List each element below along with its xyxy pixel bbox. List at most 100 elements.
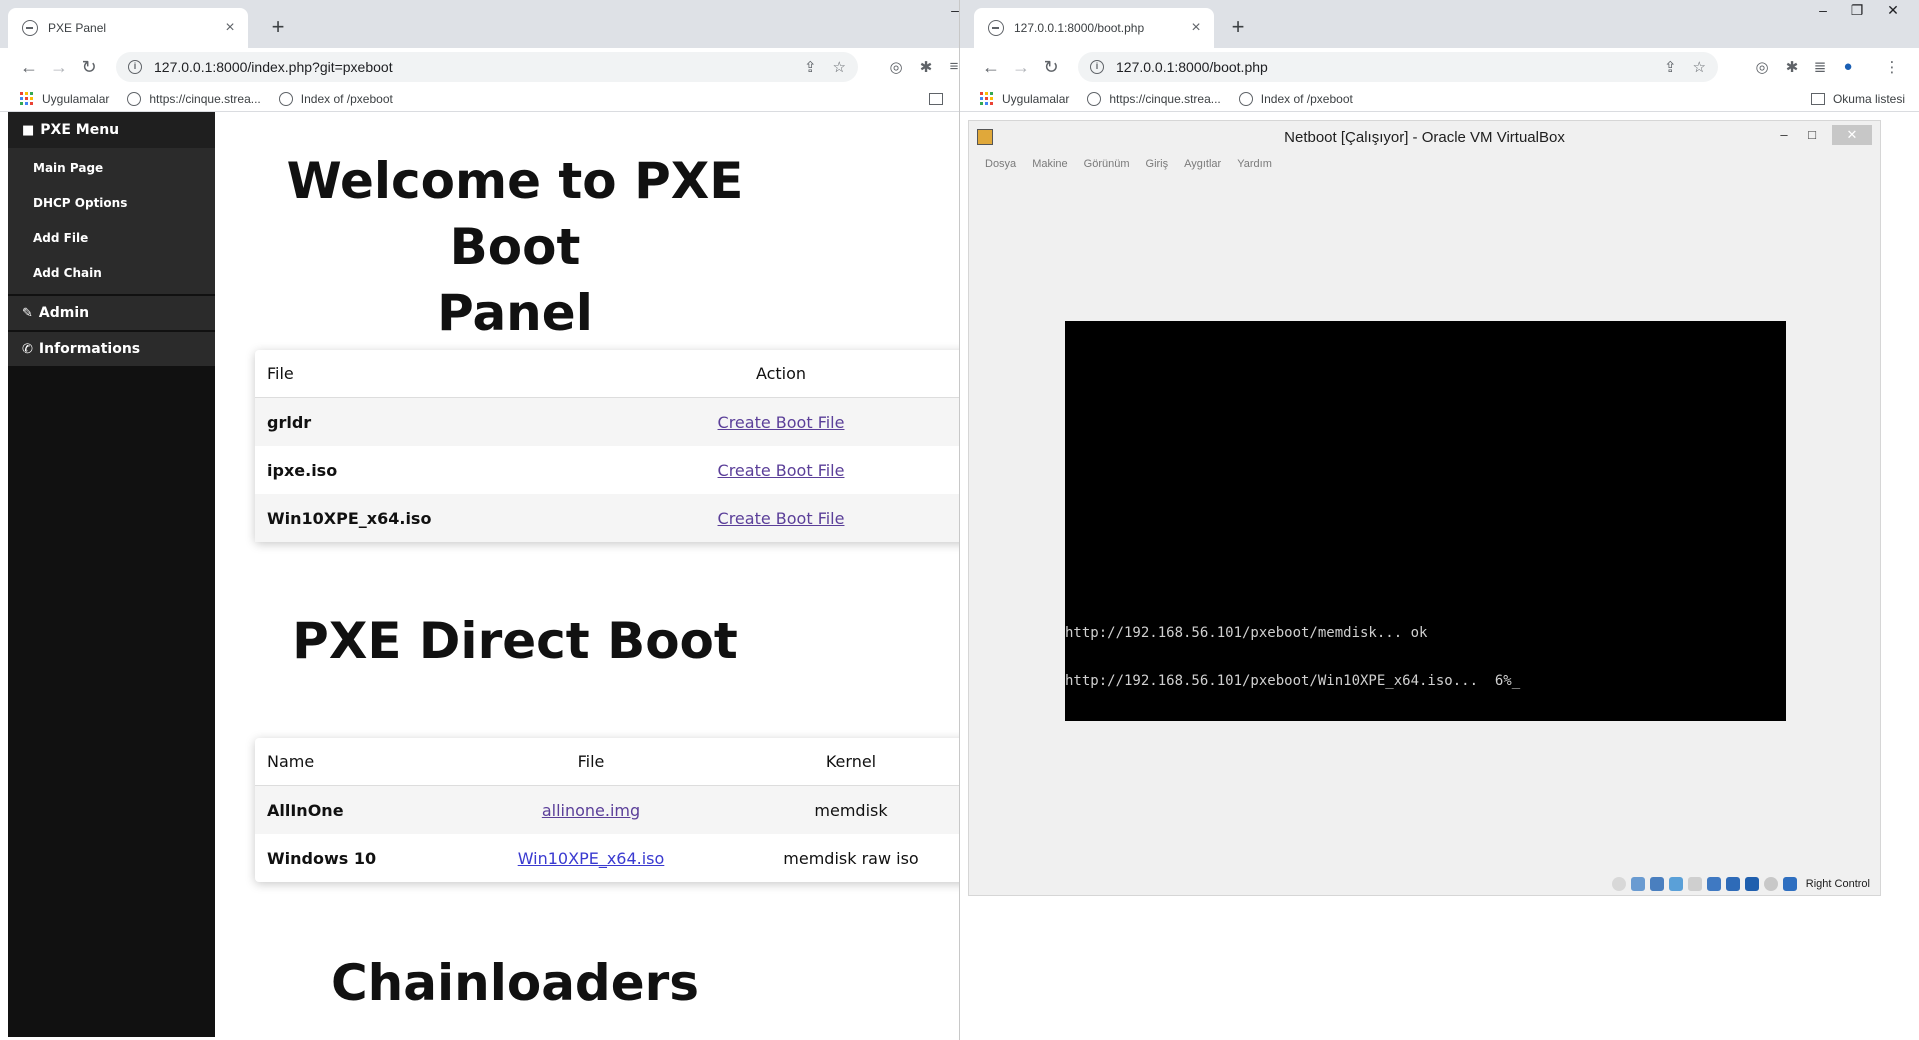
share-icon[interactable]: ⇪ xyxy=(804,58,817,76)
forward-arrow-icon[interactable]: → xyxy=(1006,52,1036,82)
share-icon[interactable]: ⇪ xyxy=(1664,58,1677,76)
table-header: Name File Kernel xyxy=(255,738,959,786)
create-boot-file-link[interactable]: Create Boot File xyxy=(718,413,845,432)
sidebar-section-informations[interactable]: ✆ Informations xyxy=(8,332,215,366)
close-icon[interactable]: × xyxy=(222,20,238,36)
reading-list-button[interactable] xyxy=(929,86,951,112)
forward-arrow-icon[interactable]: → xyxy=(44,52,74,82)
audio-icon[interactable] xyxy=(1649,877,1664,891)
globe-icon xyxy=(1087,91,1102,106)
bookmark-apps[interactable]: Uygulamalar xyxy=(20,91,110,106)
file-name: Win10XPE_x64.iso xyxy=(267,508,432,528)
sidebar-item-add-file[interactable]: Add File xyxy=(8,220,215,255)
profile-avatar[interactable]: ● xyxy=(1838,58,1858,75)
bookmark-label: Uygulamalar xyxy=(42,91,110,106)
files-table: File Action grldr Create Boot File ipxe.… xyxy=(255,350,959,542)
info-icon[interactable]: i xyxy=(1090,60,1104,74)
address-bar[interactable]: i 127.0.0.1:8000/index.php?git=pxeboot ⇪… xyxy=(116,52,858,82)
bookmark-index-pxeboot[interactable]: Index of /pxeboot xyxy=(278,91,393,106)
sidebar-menu-header[interactable]: ■ PXE Menu xyxy=(8,112,215,148)
shared-folder-icon[interactable] xyxy=(1706,877,1721,891)
sidebar-section-admin[interactable]: ✎ Admin xyxy=(8,296,215,330)
display-icon[interactable] xyxy=(1725,877,1740,891)
virtualbox-titlebar: Netboot [Çalışıyor] - Oracle VM VirtualB… xyxy=(969,121,1880,153)
cpu-icon[interactable] xyxy=(1763,877,1778,891)
new-tab-button[interactable]: + xyxy=(1224,14,1252,42)
minimize-icon[interactable]: – xyxy=(940,2,959,18)
menu-aygitlar[interactable]: Aygıtlar xyxy=(1184,158,1221,170)
tab-pxe-panel[interactable]: PXE Panel × xyxy=(8,8,248,48)
sidebar-section-label: Admin xyxy=(38,305,90,321)
sidebar: ■ PXE Menu Main Page DHCP Options Add Fi… xyxy=(8,112,215,1037)
star-icon[interactable]: ☆ xyxy=(1693,58,1706,76)
boot-kernel: memdisk raw iso xyxy=(783,848,919,868)
hard-disk-icon[interactable] xyxy=(1611,877,1626,891)
right-browser-window: 127.0.0.1:8000/boot.php × + – ❐ ✕ ← → ↻ … xyxy=(960,0,1919,1040)
table-row: AllInOne allinone.img memdisk xyxy=(255,786,959,834)
close-window-icon[interactable]: ✕ xyxy=(1878,2,1908,19)
maximize-icon[interactable]: ❐ xyxy=(1842,2,1872,19)
bookmark-apps[interactable]: Uygulamalar xyxy=(980,91,1069,106)
console-line: http://192.168.56.101/pxeboot/memdisk...… xyxy=(1065,625,1428,641)
url-text: 127.0.0.1:8000/index.php?git=pxeboot xyxy=(154,59,393,75)
menu-makine[interactable]: Makine xyxy=(1032,158,1067,170)
puzzle-icon[interactable]: ✱ xyxy=(916,58,936,76)
info-icon[interactable]: i xyxy=(128,60,142,74)
maximize-icon[interactable]: □ xyxy=(1798,125,1826,145)
boot-name: Windows 10 xyxy=(267,848,377,868)
optical-drive-icon[interactable] xyxy=(1630,877,1645,891)
menu-yardim[interactable]: Yardım xyxy=(1237,158,1272,170)
minimize-icon[interactable]: – xyxy=(1770,125,1798,145)
close-window-icon[interactable]: ✕ xyxy=(1832,125,1872,145)
sidebar-item-add-chain[interactable]: Add Chain xyxy=(8,255,215,290)
network-icon[interactable] xyxy=(1668,877,1683,891)
bookmark-label: https://cinque.strea... xyxy=(1109,91,1221,106)
bookmarks-bar: Uygulamalar https://cinque.strea... Inde… xyxy=(960,86,1919,112)
puzzle-icon[interactable]: ✱ xyxy=(1782,58,1802,76)
apps-grid-icon xyxy=(20,91,34,106)
bookmark-index-pxeboot[interactable]: Index of /pxeboot xyxy=(1238,91,1353,106)
boot-file-link[interactable]: allinone.img xyxy=(542,801,640,820)
url-text: 127.0.0.1:8000/boot.php xyxy=(1116,59,1268,75)
star-icon[interactable]: ☆ xyxy=(833,58,846,76)
virtualbox-window: Netboot [Çalışıyor] - Oracle VM VirtualB… xyxy=(968,120,1881,896)
create-boot-file-link[interactable]: Create Boot File xyxy=(718,509,845,528)
edit-icon: ✎ xyxy=(22,305,33,321)
address-bar[interactable]: i 127.0.0.1:8000/boot.php ⇪ ☆ xyxy=(1078,52,1718,82)
vm-display[interactable]: http://192.168.56.101/pxeboot/memdisk...… xyxy=(1065,321,1786,721)
sidebar-item-dhcp-options[interactable]: DHCP Options xyxy=(8,185,215,220)
extension-icon[interactable]: ◎ xyxy=(886,58,906,76)
usb-icon[interactable] xyxy=(1687,877,1702,891)
reload-icon[interactable]: ↻ xyxy=(74,52,104,82)
back-arrow-icon[interactable]: ← xyxy=(976,52,1006,82)
reading-list-button[interactable]: Okuma listesi xyxy=(1810,86,1905,112)
mouse-integration-icon[interactable] xyxy=(1782,877,1797,891)
new-tab-button[interactable]: + xyxy=(264,14,292,42)
more-menu-icon[interactable]: ⋮ xyxy=(1882,58,1902,76)
globe-icon xyxy=(988,20,1004,36)
sidebar-item-main-page[interactable]: Main Page xyxy=(8,150,215,185)
reload-icon[interactable]: ↻ xyxy=(1036,52,1066,82)
menu-icon[interactable]: ≡ xyxy=(944,58,959,75)
back-arrow-icon[interactable]: ← xyxy=(14,52,44,82)
bookmark-cinque[interactable]: https://cinque.strea... xyxy=(1087,91,1221,106)
close-icon[interactable]: × xyxy=(1188,20,1204,36)
tab-boot-php[interactable]: 127.0.0.1:8000/boot.php × xyxy=(974,8,1214,48)
bookmark-cinque[interactable]: https://cinque.strea... xyxy=(127,91,261,106)
recording-icon[interactable] xyxy=(1744,877,1759,891)
media-icon[interactable]: ≣ xyxy=(1810,58,1830,76)
menu-dosya[interactable]: Dosya xyxy=(985,158,1016,170)
bookmark-label: https://cinque.strea... xyxy=(149,91,261,106)
menu-giris[interactable]: Giriş xyxy=(1146,158,1169,170)
boot-file-link[interactable]: Win10XPE_x64.iso xyxy=(518,849,665,868)
minimize-icon[interactable]: – xyxy=(1808,2,1838,18)
sidebar-submenu: Main Page DHCP Options Add File Add Chai… xyxy=(8,148,215,294)
table-row: grldr Create Boot File xyxy=(255,398,959,446)
header-kernel: Kernel xyxy=(825,752,877,771)
folder-icon: ■ xyxy=(22,122,35,138)
create-boot-file-link[interactable]: Create Boot File xyxy=(718,461,845,480)
menu-gorunum[interactable]: Görünüm xyxy=(1084,158,1130,170)
header-file: File xyxy=(267,364,294,383)
table-row: Win10XPE_x64.iso Create Boot File xyxy=(255,494,959,542)
extension-icon[interactable]: ◎ xyxy=(1752,58,1772,76)
